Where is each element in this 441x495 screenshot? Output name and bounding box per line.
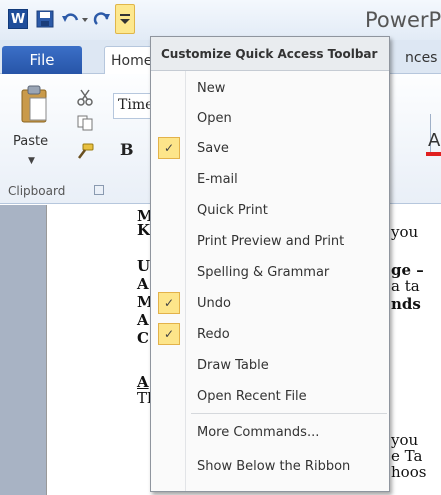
customize-qat-menu: Customize Quick Access Toolbar New Open … bbox=[150, 36, 390, 492]
doc-fragment: hoos bbox=[391, 463, 427, 481]
menu-item-open-recent[interactable]: Open Recent File bbox=[151, 381, 389, 411]
undo-icon[interactable] bbox=[60, 6, 90, 32]
checkmark-icon: ✓ bbox=[158, 292, 180, 314]
doc-line: K bbox=[137, 221, 151, 239]
checkmark-icon: ✓ bbox=[158, 323, 180, 345]
menu-item-draw-table[interactable]: Draw Table bbox=[151, 350, 389, 380]
bold-button[interactable]: B bbox=[120, 140, 134, 159]
menu-item-label: Open bbox=[197, 111, 232, 126]
menu-item-new[interactable]: New bbox=[151, 73, 389, 103]
font-color-swatch bbox=[426, 152, 441, 156]
menu-item-label: Print Preview and Print bbox=[197, 234, 345, 249]
font-name-box[interactable]: Time bbox=[113, 93, 153, 119]
menu-item-save[interactable]: ✓ Save bbox=[151, 133, 389, 163]
menu-item-more-commands[interactable]: More Commands... bbox=[151, 417, 389, 447]
menu-header: Customize Quick Access Toolbar bbox=[151, 37, 389, 71]
menu-item-open[interactable]: Open bbox=[151, 103, 389, 133]
menu-item-label: More Commands... bbox=[197, 425, 320, 440]
menu-item-label: Redo bbox=[197, 327, 230, 342]
format-painter-icon[interactable] bbox=[76, 142, 94, 160]
word-logo: W bbox=[8, 9, 28, 29]
menu-item-label: Open Recent File bbox=[197, 389, 307, 404]
paste-button[interactable]: Paste ▼ bbox=[10, 80, 60, 180]
menu-item-undo[interactable]: ✓ Undo bbox=[151, 288, 389, 318]
scissors-icon[interactable] bbox=[76, 88, 94, 106]
dialog-launcher-icon[interactable] bbox=[94, 185, 104, 195]
menu-item-quick-print[interactable]: Quick Print bbox=[151, 195, 389, 225]
doc-fragment: nds bbox=[391, 295, 421, 313]
menu-item-label: E-mail bbox=[197, 172, 238, 187]
ribbon-divider bbox=[424, 74, 441, 154]
clipboard-group-label: Clipboard bbox=[8, 184, 66, 198]
doc-fragment: a ta bbox=[391, 277, 420, 295]
redo-icon[interactable] bbox=[92, 6, 112, 32]
window-title: PowerP bbox=[365, 8, 441, 32]
menu-item-show-below-ribbon[interactable]: Show Below the Ribbon bbox=[151, 451, 389, 481]
menu-item-label: Draw Table bbox=[197, 358, 269, 373]
menu-item-label: Undo bbox=[197, 296, 231, 311]
menu-item-label: Save bbox=[197, 141, 229, 156]
menu-item-spelling[interactable]: Spelling & Grammar bbox=[151, 257, 389, 287]
menu-item-label: Spelling & Grammar bbox=[197, 265, 330, 280]
menu-item-label: Quick Print bbox=[197, 203, 268, 218]
paste-label: Paste bbox=[13, 134, 49, 149]
font-color-button[interactable]: A bbox=[428, 130, 440, 151]
menu-separator bbox=[191, 413, 387, 414]
tab-references[interactable]: nces bbox=[405, 50, 437, 66]
title-bar: W PowerP bbox=[0, 0, 441, 40]
customize-dropdown-icon[interactable] bbox=[115, 4, 135, 34]
copy-icon[interactable] bbox=[76, 114, 94, 132]
tab-file[interactable]: File bbox=[2, 46, 82, 74]
doc-line: C bbox=[137, 329, 149, 347]
clipboard-icon bbox=[21, 85, 47, 123]
menu-item-email[interactable]: E-mail bbox=[151, 164, 389, 194]
doc-line: U bbox=[137, 257, 151, 275]
menu-item-label: New bbox=[197, 81, 226, 96]
doc-fragment: you bbox=[391, 223, 419, 241]
doc-line: A bbox=[137, 275, 149, 293]
menu-item-print-preview[interactable]: Print Preview and Print bbox=[151, 226, 389, 256]
doc-line: A bbox=[137, 311, 149, 329]
menu-item-label: Show Below the Ribbon bbox=[197, 459, 351, 474]
word-app-icon[interactable]: W bbox=[6, 6, 30, 32]
checkmark-icon: ✓ bbox=[158, 137, 180, 159]
chevron-down-icon[interactable]: ▼ bbox=[28, 156, 35, 166]
menu-item-redo[interactable]: ✓ Redo bbox=[151, 319, 389, 349]
save-icon[interactable] bbox=[34, 6, 56, 32]
